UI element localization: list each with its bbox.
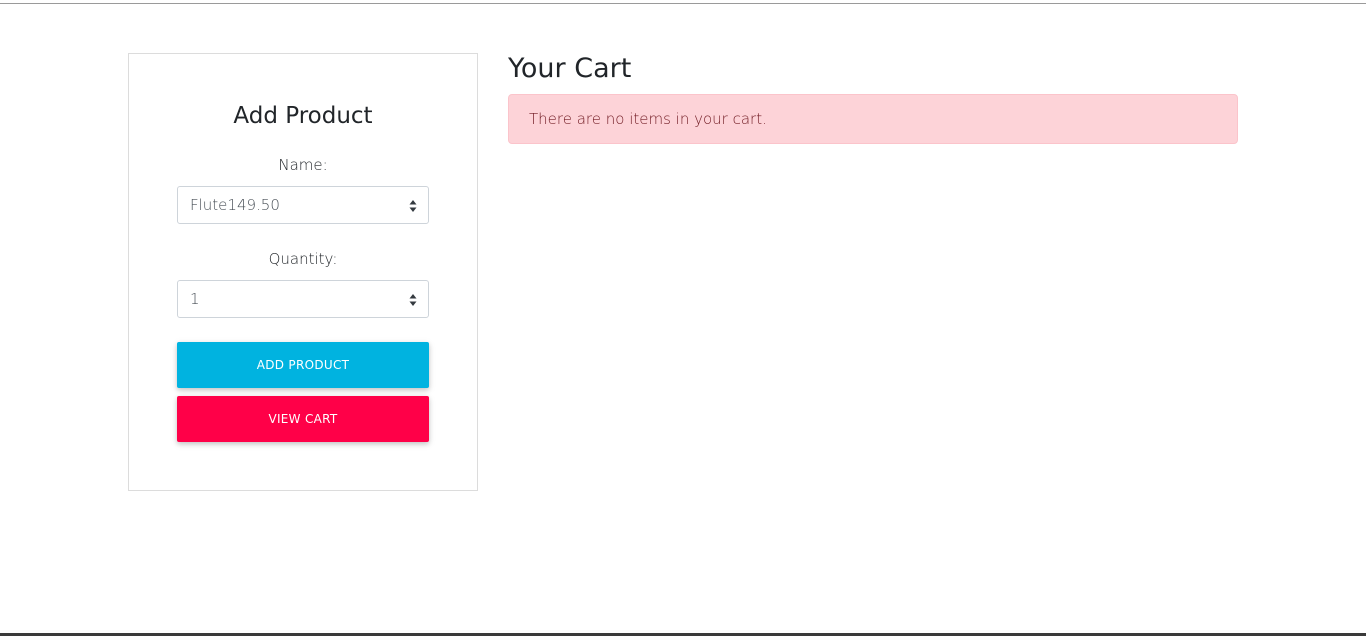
- sort-arrows-icon: [409, 294, 417, 306]
- quantity-value: 1: [190, 290, 200, 308]
- view-cart-button[interactable]: VIEW CART: [177, 396, 429, 442]
- empty-cart-alert: There are no items in your cart.: [508, 94, 1238, 144]
- empty-cart-message: There are no items in your cart.: [529, 110, 767, 128]
- add-product-button[interactable]: ADD PRODUCT: [177, 342, 429, 388]
- quantity-select[interactable]: 1: [177, 280, 429, 318]
- sort-arrows-icon: [409, 200, 417, 212]
- quantity-label: Quantity:: [268, 250, 338, 268]
- name-label: Name:: [278, 156, 328, 174]
- cart-title: Your Cart: [508, 53, 632, 84]
- add-product-title: Add Product: [233, 103, 373, 129]
- top-divider: [0, 3, 1366, 4]
- product-name-select[interactable]: Flute149.50: [177, 186, 429, 224]
- product-name-value: Flute149.50: [190, 196, 280, 214]
- add-product-panel: Add Product Name: Flute149.50 Quantity: …: [128, 53, 478, 491]
